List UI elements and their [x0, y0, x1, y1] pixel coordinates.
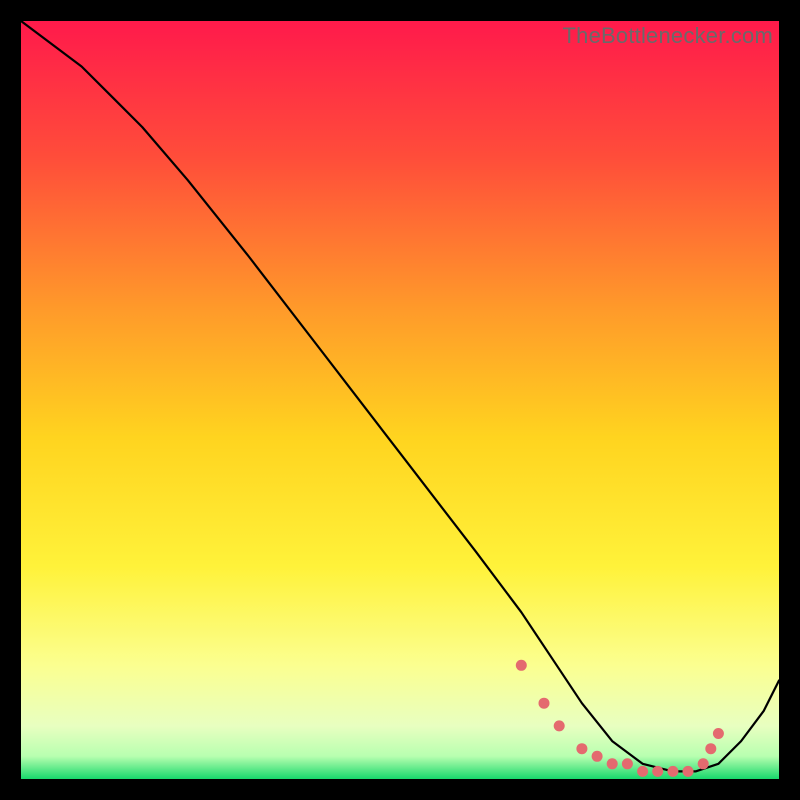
highlight-dot [667, 766, 678, 777]
highlight-dot [576, 743, 587, 754]
highlight-dot [637, 766, 648, 777]
highlight-dot [713, 728, 724, 739]
highlight-dot [607, 758, 618, 769]
highlight-dot [705, 743, 716, 754]
highlight-dot [516, 660, 527, 671]
highlight-dot [622, 758, 633, 769]
bottleneck-chart [21, 21, 779, 779]
gradient-background [21, 21, 779, 779]
highlight-dot [652, 766, 663, 777]
chart-frame: TheBottlenecker.com [21, 21, 779, 779]
highlight-dot [592, 751, 603, 762]
highlight-dot [539, 698, 550, 709]
highlight-dot [683, 766, 694, 777]
watermark-label: TheBottlenecker.com [563, 23, 773, 49]
highlight-dot [698, 758, 709, 769]
highlight-dot [554, 720, 565, 731]
